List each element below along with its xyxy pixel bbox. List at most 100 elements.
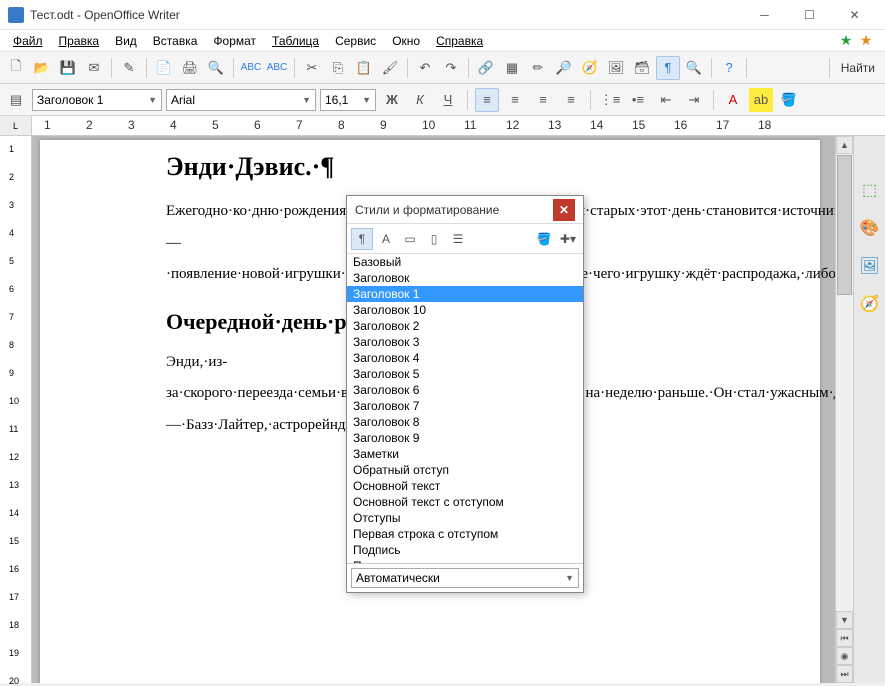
font-color-icon[interactable]: A [721, 88, 745, 112]
style-list-item[interactable]: Заголовок 7 [347, 398, 583, 414]
style-list-item[interactable]: Заголовок 4 [347, 350, 583, 366]
autospell-icon[interactable]: ABC [265, 56, 289, 80]
horizontal-ruler[interactable]: 123456789101112131415161718 [32, 116, 835, 135]
font-size-combo[interactable]: 16,1▼ [320, 89, 376, 111]
sidebar-properties-icon[interactable]: ⬚ [858, 178, 882, 202]
menu-help[interactable]: Справка [429, 33, 490, 49]
star-orange-icon[interactable]: ★ [857, 32, 875, 50]
style-list-item[interactable]: Обратный отступ [347, 462, 583, 478]
format-paint-icon[interactable]: 🖌 [378, 56, 402, 80]
style-list-item[interactable]: Заголовок 8 [347, 414, 583, 430]
style-list-item[interactable]: Подпись [347, 542, 583, 558]
redo-icon[interactable]: ↷ [439, 56, 463, 80]
style-list-item[interactable]: Заголовок 2 [347, 318, 583, 334]
menu-file[interactable]: Файл [6, 33, 50, 49]
frame-styles-icon[interactable]: ▭ [399, 228, 421, 250]
paragraph-styles-icon[interactable]: ¶ [351, 228, 373, 250]
menu-format[interactable]: Формат [206, 33, 263, 49]
close-button[interactable]: ✕ [832, 1, 877, 29]
copy-icon[interactable]: ⎘ [326, 56, 350, 80]
zoom-icon[interactable]: 🔍 [682, 56, 706, 80]
ruler-corner[interactable]: L [0, 116, 32, 135]
dialog-close-button[interactable]: ✕ [553, 199, 575, 221]
increase-indent-icon[interactable]: ⇥ [682, 88, 706, 112]
cut-icon[interactable]: ✂ [300, 56, 324, 80]
navigator-icon[interactable]: 🧭 [578, 56, 602, 80]
style-list-item[interactable]: Заголовок 3 [347, 334, 583, 350]
style-list-item[interactable]: Заголовок 9 [347, 430, 583, 446]
styles-dialog[interactable]: Стили и форматирование ✕ ¶ A ▭ ▯ ☰ 🪣 ✚▾ … [346, 195, 584, 593]
scroll-up-icon[interactable]: ▲ [836, 136, 853, 154]
align-justify-icon[interactable]: ≡ [559, 88, 583, 112]
new-icon[interactable]: 🗋 [4, 56, 28, 80]
new-style-icon[interactable]: ✚▾ [557, 228, 579, 250]
menu-edit[interactable]: Правка [52, 33, 107, 49]
menu-table[interactable]: Таблица [265, 33, 326, 49]
preview-icon[interactable]: 🔍 [204, 56, 228, 80]
align-left-icon[interactable]: ≡ [475, 88, 499, 112]
style-list-item[interactable]: Базовый [347, 254, 583, 270]
bold-icon[interactable]: Ж [380, 88, 404, 112]
menu-insert[interactable]: Вставка [146, 33, 205, 49]
menu-tools[interactable]: Сервис [328, 33, 383, 49]
email-icon[interactable]: ✉ [82, 56, 106, 80]
style-list-item[interactable]: Заголовок 5 [347, 366, 583, 382]
vertical-scrollbar[interactable]: ▲ ▼ ⏮ ◉ ⏭ [835, 136, 853, 683]
open-icon[interactable]: 📂 [30, 56, 54, 80]
minimize-button[interactable]: ─ [742, 1, 787, 29]
find-icon[interactable]: 🔎 [552, 56, 576, 80]
help-icon[interactable]: ? [717, 56, 741, 80]
nav-icon[interactable]: ◉ [836, 647, 853, 665]
dialog-titlebar[interactable]: Стили и форматирование ✕ [347, 196, 583, 224]
print-icon[interactable]: 🖨 [178, 56, 202, 80]
style-list-item[interactable]: Основной текст с отступом [347, 494, 583, 510]
datasource-icon[interactable]: 🗃 [630, 56, 654, 80]
maximize-button[interactable]: ☐ [787, 1, 832, 29]
italic-icon[interactable]: К [408, 88, 432, 112]
spellcheck-icon[interactable]: ABC [239, 56, 263, 80]
style-list-item[interactable]: Заголовок 10 [347, 302, 583, 318]
gallery-icon[interactable]: 🖼 [604, 56, 628, 80]
find-label[interactable]: Найти [835, 61, 881, 75]
page-styles-icon[interactable]: ▯ [423, 228, 445, 250]
style-filter-combo[interactable]: Автоматически▼ [351, 568, 579, 588]
style-list-item[interactable]: Основной текст [347, 478, 583, 494]
bullet-list-icon[interactable]: •≡ [626, 88, 650, 112]
character-styles-icon[interactable]: A [375, 228, 397, 250]
heading-1[interactable]: Энди·Дэвис.·¶ [166, 152, 800, 182]
pdf-icon[interactable]: 📄 [152, 56, 176, 80]
draw-icon[interactable]: ✏ [526, 56, 550, 80]
style-list-item[interactable]: Заметки [347, 446, 583, 462]
fill-format-icon[interactable]: 🪣 [533, 228, 555, 250]
next-page-icon[interactable]: ⏭ [836, 665, 853, 683]
align-center-icon[interactable]: ≡ [503, 88, 527, 112]
numbered-list-icon[interactable]: ⋮≡ [598, 88, 622, 112]
paragraph-style-combo[interactable]: Заголовок 1▼ [32, 89, 162, 111]
hyperlink-icon[interactable]: 🔗 [474, 56, 498, 80]
font-name-combo[interactable]: Arial▼ [166, 89, 316, 111]
paste-icon[interactable]: 📋 [352, 56, 376, 80]
style-list-item[interactable]: Заголовок [347, 270, 583, 286]
scroll-thumb[interactable] [837, 155, 852, 295]
align-right-icon[interactable]: ≡ [531, 88, 555, 112]
underline-icon[interactable]: Ч [436, 88, 460, 112]
table-icon[interactable]: ▦ [500, 56, 524, 80]
sidebar-gallery-icon[interactable]: 🖼 [858, 254, 882, 278]
menu-window[interactable]: Окно [385, 33, 427, 49]
sidebar-navigator-icon[interactable]: 🧭 [858, 292, 882, 316]
undo-icon[interactable]: ↶ [413, 56, 437, 80]
list-styles-icon[interactable]: ☰ [447, 228, 469, 250]
edit-icon[interactable]: ✎ [117, 56, 141, 80]
sidebar-styles-icon[interactable]: 🎨 [858, 216, 882, 240]
scroll-down-icon[interactable]: ▼ [836, 611, 853, 629]
vertical-ruler[interactable]: 1234567891011121314151617181920 [0, 136, 32, 683]
background-color-icon[interactable]: 🪣 [777, 88, 801, 112]
save-icon[interactable]: 💾 [56, 56, 80, 80]
nonprinting-icon[interactable]: ¶ [656, 56, 680, 80]
highlight-icon[interactable]: ab [749, 88, 773, 112]
star-green-icon[interactable]: ★ [837, 32, 855, 50]
style-list-item[interactable]: Первая строка с отступом [347, 526, 583, 542]
styles-list[interactable]: БазовыйЗаголовокЗаголовок 1Заголовок 10З… [347, 254, 583, 564]
menu-view[interactable]: Вид [108, 33, 144, 49]
styles-window-icon[interactable]: ▤ [4, 88, 28, 112]
